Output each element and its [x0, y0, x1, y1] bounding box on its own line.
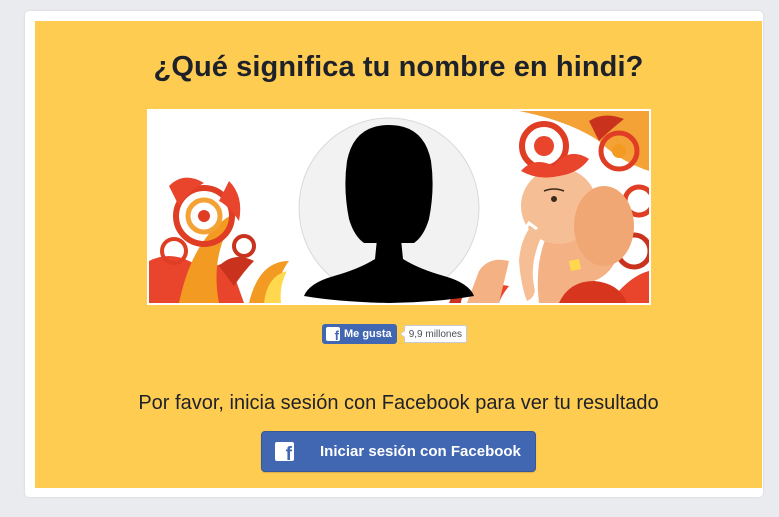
like-widget: f Me gusta 9,9 millones	[322, 324, 468, 344]
like-count-badge: 9,9 millones	[399, 325, 468, 343]
facebook-login-button[interactable]: f Iniciar sesión con Facebook	[261, 431, 536, 472]
page-title: ¿Qué significa tu nombre en hindi?	[153, 51, 644, 83]
facebook-f-icon: f	[275, 442, 294, 461]
quiz-banner	[147, 109, 651, 305]
facebook-f-icon: f	[326, 327, 340, 341]
banner-illustration	[149, 111, 649, 303]
like-button-label: Me gusta	[344, 328, 392, 340]
quiz-panel: ¿Qué significa tu nombre en hindi? f Me …	[35, 21, 762, 488]
login-prompt: Por favor, inicia sesión con Facebook pa…	[138, 392, 659, 414]
like-button[interactable]: f Me gusta	[322, 324, 397, 344]
avatar	[295, 114, 483, 303]
facebook-login-label: Iniciar sesión con Facebook	[320, 443, 521, 460]
quiz-card: ¿Qué significa tu nombre en hindi? f Me …	[25, 11, 763, 497]
